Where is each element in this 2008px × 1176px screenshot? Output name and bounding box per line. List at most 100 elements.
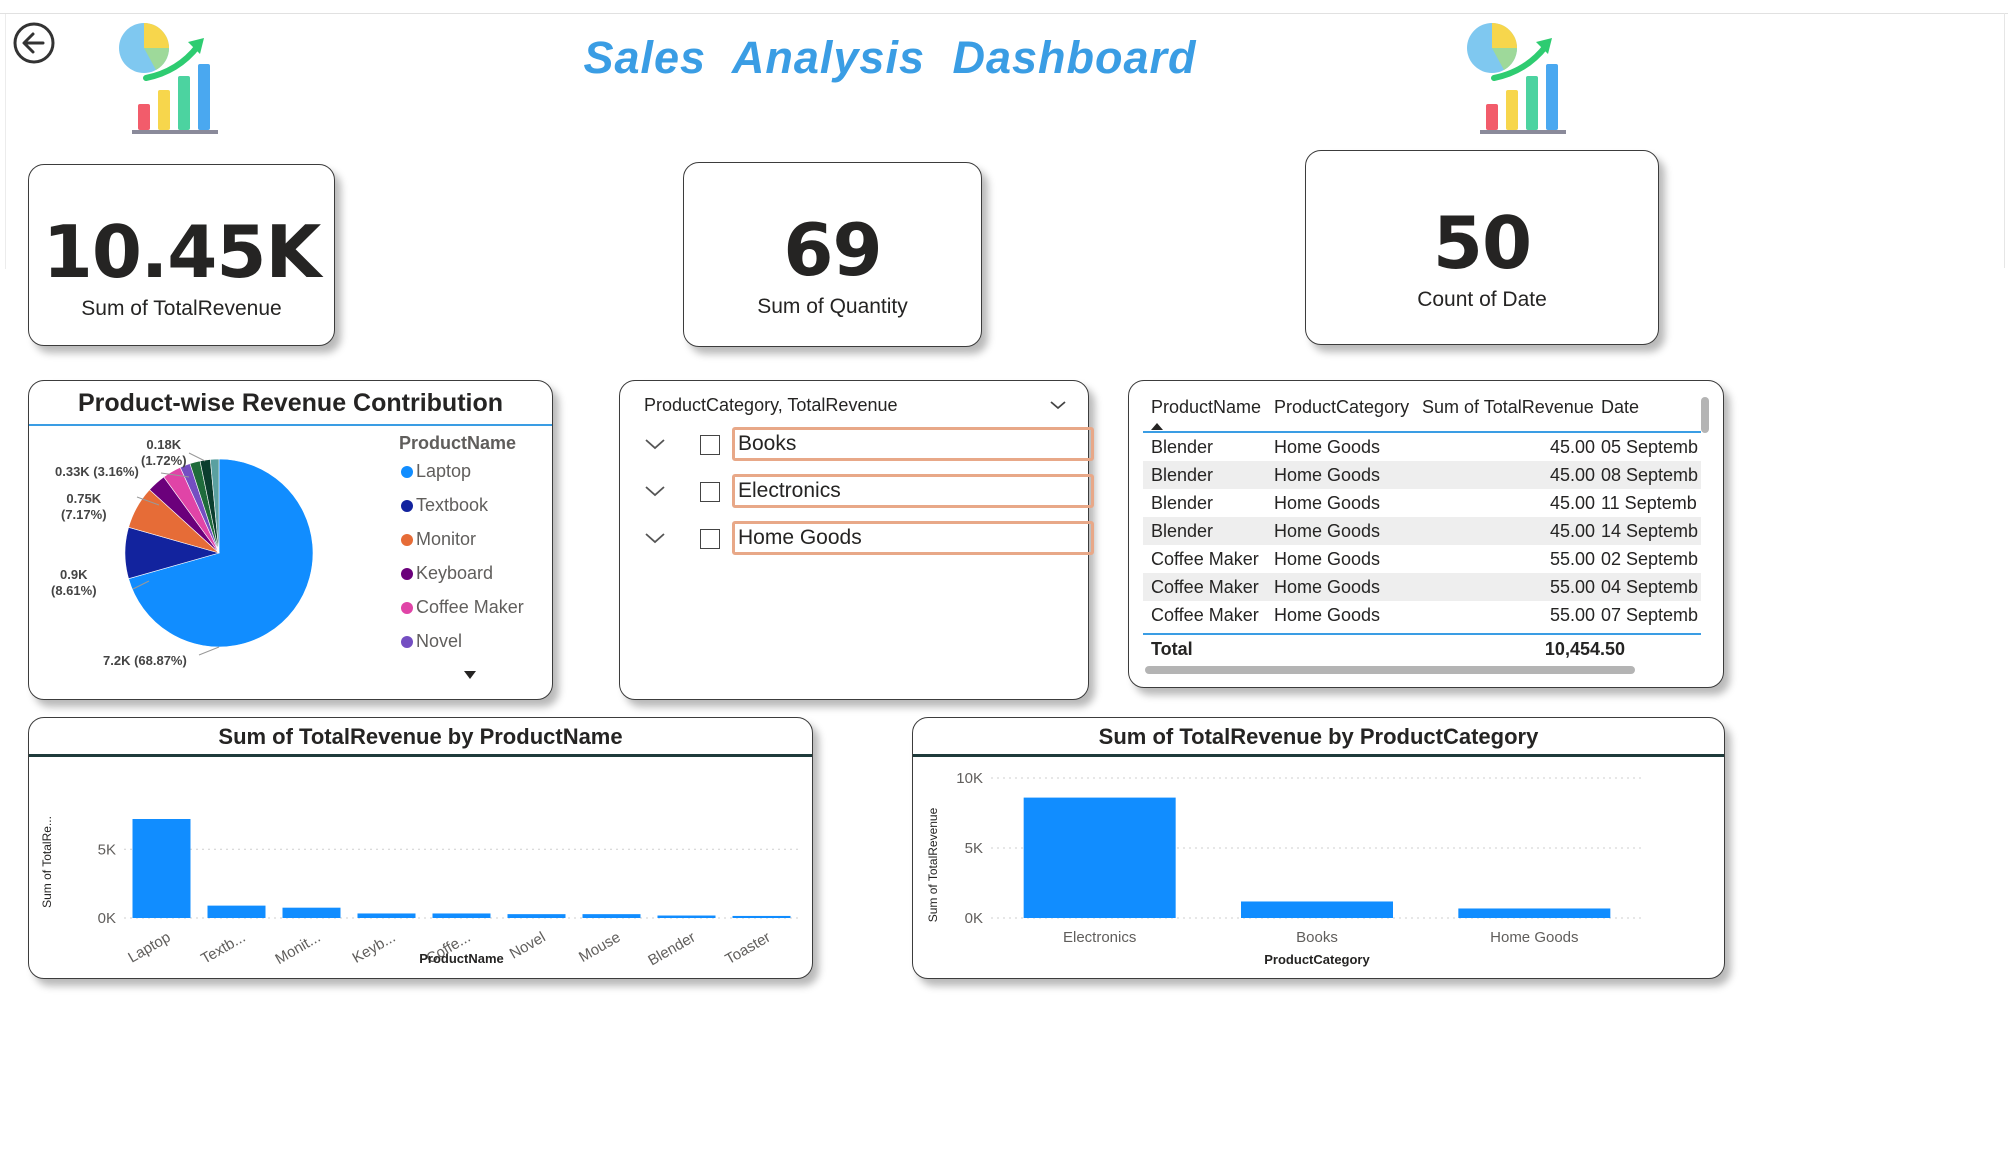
legend-item-textbook[interactable]: Textbook	[401, 495, 488, 516]
table-cell: 45.00	[1549, 437, 1595, 457]
column-header-productname[interactable]: ProductName	[1151, 397, 1261, 418]
y-tick-label: 0K	[98, 910, 116, 927]
chart-growth-icon	[119, 23, 218, 134]
chevron-down-icon[interactable]	[1048, 395, 1068, 415]
table-cell: Coffee Maker	[1151, 549, 1259, 569]
legend-item-coffee-maker[interactable]: Coffee Maker	[401, 597, 524, 618]
y-tick-label: 5K	[98, 841, 116, 858]
kpi-label: Count of Date	[1417, 288, 1547, 311]
horizontal-scrollbar[interactable]	[1145, 666, 1635, 674]
x-tick-label: Textb...	[198, 929, 248, 968]
x-tick-label: Toaster	[722, 929, 773, 968]
back-arrow-icon[interactable]	[12, 21, 56, 65]
total-label: Total	[1151, 639, 1193, 659]
bar-textb-[interactable]	[207, 905, 266, 918]
slicer-item-label[interactable]: Home Goods	[732, 521, 1094, 555]
pie-data-label: 0.18K (1.72%)	[141, 437, 187, 468]
table-cell: Home Goods	[1274, 605, 1381, 625]
x-tick-label: Novel	[507, 929, 549, 963]
pie-chart[interactable]	[29, 381, 389, 699]
bar-coffe-[interactable]	[432, 913, 491, 918]
y-tick-label: 5K	[965, 840, 983, 857]
chevron-down-icon[interactable]	[644, 480, 666, 502]
table-cell: Home Goods	[1274, 493, 1381, 513]
bar-chart-productcategory[interactable]: 0K 5K 10K Electronics Books Home Goods Product…	[913, 758, 1723, 978]
table-cell: Home Goods	[1274, 521, 1381, 541]
slicer-checkbox[interactable]	[700, 435, 720, 455]
slicer-checkbox[interactable]	[700, 482, 720, 502]
bar-monit-[interactable]	[282, 907, 341, 918]
table-cell: Blender	[1151, 493, 1214, 513]
left-border	[5, 14, 6, 269]
table-row[interactable]: Blender Home Goods 45.00 08 Septemb	[1143, 461, 1701, 489]
slicer-item-books[interactable]: Books	[644, 427, 1094, 465]
kpi-card-total-revenue[interactable]: 10.45K Sum of TotalRevenue	[28, 164, 335, 346]
legend-dot-icon	[401, 500, 413, 512]
chevron-down-icon[interactable]	[644, 527, 666, 549]
table-row[interactable]: Coffee Maker Home Goods 55.00 04 Septemb	[1143, 573, 1701, 601]
column-header-date[interactable]: Date	[1601, 397, 1639, 418]
legend-item-monitor[interactable]: Monitor	[401, 529, 476, 550]
sort-ascending-icon[interactable]	[1151, 423, 1163, 430]
slicer-item-label[interactable]: Books	[732, 427, 1094, 461]
kpi-value: 69	[783, 208, 882, 292]
legend-item-laptop[interactable]: Laptop	[401, 461, 471, 482]
slicer-header: ProductCategory, TotalRevenue	[644, 395, 898, 415]
slicer-checkbox[interactable]	[700, 529, 720, 549]
table-row[interactable]: Coffee Maker Home Goods 55.00 07 Septemb	[1143, 601, 1701, 629]
x-tick-label: Keyb...	[350, 929, 399, 967]
table-row[interactable]: Coffee Maker Home Goods 55.00 02 Septemb	[1143, 545, 1701, 573]
pie-data-label: 7.2K (68.87%)	[103, 653, 187, 668]
x-tick-label: Books	[1296, 929, 1338, 946]
chart-growth-icon	[1467, 23, 1566, 134]
table-row[interactable]: Blender Home Goods 45.00 14 Septemb	[1143, 517, 1701, 545]
column-header-productcategory[interactable]: ProductCategory	[1274, 397, 1409, 418]
pie-data-label: 0.9K (8.61%)	[51, 567, 97, 598]
bar-blender[interactable]	[657, 915, 716, 918]
table-row[interactable]: Blender Home Goods 45.00 05 Septemb	[1143, 433, 1701, 461]
legend-dot-icon	[401, 602, 413, 614]
bar-toaster[interactable]	[732, 915, 791, 918]
pie-chart-card[interactable]: Product-wise Revenue Contribution 0.18K(…	[28, 380, 553, 700]
legend-scroll-down-icon[interactable]	[464, 671, 476, 679]
table-cell: Coffee Maker	[1151, 605, 1259, 625]
table-cell: 45.00	[1549, 465, 1595, 485]
x-tick-label: Home Goods	[1490, 929, 1578, 946]
x-tick-label: Electronics	[1063, 929, 1136, 946]
vertical-scrollbar[interactable]	[1701, 397, 1709, 433]
table-row[interactable]: Blender Home Goods 45.00 11 Septemb	[1143, 489, 1701, 517]
table-cell: 45.00	[1549, 521, 1595, 541]
kpi-card-quantity[interactable]: 69 Sum of Quantity	[683, 162, 982, 347]
kpi-card-date-count[interactable]: 50 Count of Date	[1305, 150, 1659, 345]
bar-electronics[interactable]	[1023, 797, 1176, 918]
data-table-card[interactable]: ProductName ProductCategory Sum of Total…	[1128, 380, 1724, 688]
slicer-item-label[interactable]: Electronics	[732, 474, 1094, 508]
slicer-item-home-goods[interactable]: Home Goods	[644, 521, 1094, 559]
bar-chart-card-productcategory[interactable]: Sum of TotalRevenue by ProductCategory 0…	[912, 717, 1725, 979]
y-axis-label: Sum of TotalRevenue	[926, 807, 940, 922]
category-slicer-card[interactable]: ProductCategory, TotalRevenue Books Elec…	[619, 380, 1094, 700]
bar-books[interactable]	[1241, 901, 1393, 918]
bar-mouse[interactable]	[582, 914, 641, 918]
bar-home-goods[interactable]	[1458, 908, 1611, 918]
bar-chart-card-productname[interactable]: Sum of TotalRevenue by ProductName 0K 5K L…	[28, 717, 813, 979]
bar-keyb-[interactable]	[357, 913, 416, 918]
legend-item-novel[interactable]: Novel	[401, 631, 462, 652]
bar-chart-title: Sum of TotalRevenue by ProductName	[218, 724, 623, 749]
table-cell: 55.00	[1549, 549, 1595, 569]
legend-item-keyboard[interactable]: Keyboard	[401, 563, 493, 584]
title-underline	[913, 754, 1724, 757]
bar-novel[interactable]	[507, 914, 566, 918]
slicer-item-electronics[interactable]: Electronics	[644, 474, 1094, 512]
x-tick-label: Blender	[645, 929, 698, 970]
bar-chart-title: Sum of TotalRevenue by ProductCategory	[1098, 724, 1539, 749]
bar-chart-productname[interactable]: 0K5KLaptop Textb... Monit... Keyb... Coffe..…	[29, 758, 811, 978]
chevron-down-icon[interactable]	[644, 433, 666, 455]
legend-dot-icon	[401, 636, 413, 648]
table-cell: Home Goods	[1274, 577, 1381, 597]
legend-dot-icon	[401, 568, 413, 580]
bar-laptop[interactable]	[132, 819, 191, 918]
table-cell: Blender	[1151, 437, 1214, 457]
pie-data-label: 0.33K (3.16%)	[55, 464, 139, 479]
column-header-totalrevenue[interactable]: Sum of TotalRevenue	[1422, 397, 1594, 418]
